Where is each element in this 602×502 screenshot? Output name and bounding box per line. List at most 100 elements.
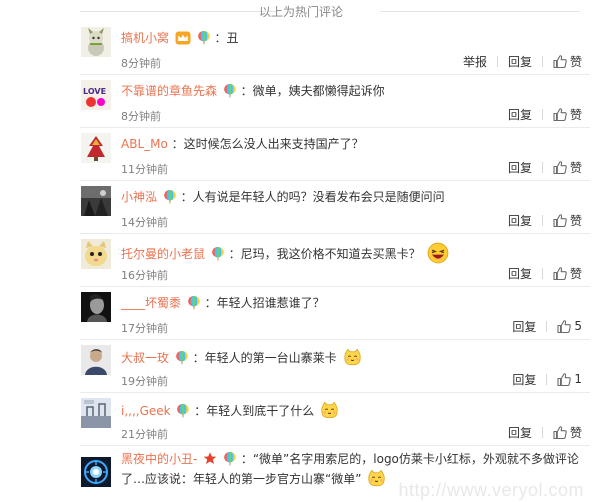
comment-item: ABL_Mo ：这时候怎么没人出来支持国产了？ 11分钟前 回复 赞 xyxy=(0,128,602,181)
thumbs-up-icon xyxy=(553,214,567,227)
reply-button[interactable]: 回复 xyxy=(508,106,532,123)
comment-text: ：年轻人的第一台山寨莱卡 xyxy=(192,351,337,365)
comment-text: ：年轻人招谁惹谁了？ xyxy=(204,296,325,310)
comment-time: 17分钟前 xyxy=(121,322,168,335)
avatar[interactable] xyxy=(81,292,111,322)
action-separator xyxy=(541,108,543,120)
comment-text: ：年轻人到底干了什么 xyxy=(194,404,315,418)
comment-text: ：尼玛，我这价格不知道去买黑卡？ xyxy=(228,247,421,261)
user-name-link[interactable]: i,,,,Geek xyxy=(121,404,171,418)
comment-line: ____坏蜀黍 ：年轻人招谁惹谁了？ xyxy=(121,295,588,311)
smug-cat-face-icon xyxy=(320,401,339,420)
like-button[interactable]: 赞 xyxy=(553,53,582,70)
user-name-link[interactable]: 黑夜中的小丑- xyxy=(121,452,197,466)
rainbow-balloon-icon xyxy=(211,246,225,261)
comment-text: ：微单，姨夫都懒得起诉你 xyxy=(240,84,385,98)
comment-item: 搞机小窝 ：丑 8分钟前 举报 回复 赞 xyxy=(0,22,602,75)
like-button[interactable]: 赞 xyxy=(553,106,582,123)
action-separator xyxy=(546,373,548,385)
comment-line: ABL_Mo ：这时候怎么没人出来支持国产了？ xyxy=(121,136,588,152)
comment-actions: 回复 1 xyxy=(512,371,582,387)
thumbs-up-icon xyxy=(553,426,567,439)
avatar[interactable] xyxy=(81,398,111,428)
comment-item: LOVE 不靠谱的章鱼先森 ：微单，姨夫都懒得起诉你 8分钟前 回复 赞 xyxy=(0,75,602,128)
avatar[interactable] xyxy=(81,27,111,57)
like-button[interactable]: 赞 xyxy=(553,265,582,282)
like-count: 5 xyxy=(574,319,582,333)
like-button[interactable]: 赞 xyxy=(553,212,582,229)
red-star-icon xyxy=(203,452,217,464)
comment-line: 搞机小窝 ：丑 xyxy=(121,30,588,46)
comment-actions: 回复 赞 xyxy=(508,424,582,440)
thumbs-up-icon xyxy=(553,267,567,280)
like-button[interactable]: 赞 xyxy=(553,159,582,176)
like-button[interactable]: 5 xyxy=(557,319,582,333)
user-name-link[interactable]: ABL_Mo xyxy=(121,137,168,151)
like-count: 1 xyxy=(574,372,582,386)
reply-button[interactable]: 回复 xyxy=(508,212,532,229)
like-label: 赞 xyxy=(569,266,582,281)
action-separator xyxy=(546,320,548,332)
comment-line: 不靠谱的章鱼先森 ：微单，姨夫都懒得起诉你 xyxy=(121,83,588,99)
comment-line: 小神泓 ：人有说是年轻人的吗？没看发布会只是随便问问 xyxy=(121,189,588,205)
reply-button[interactable]: 回复 xyxy=(508,159,532,176)
reply-button[interactable]: 回复 xyxy=(508,53,532,70)
rainbow-balloon-icon xyxy=(223,451,237,466)
action-separator xyxy=(541,55,543,67)
smug-cat-face-icon xyxy=(343,348,362,367)
thumbs-up-icon xyxy=(553,55,567,68)
comment-time: 19分钟前 xyxy=(121,375,168,388)
report-button[interactable]: 举报 xyxy=(463,53,487,70)
comment-actions: 回复 赞 xyxy=(508,265,582,281)
like-button[interactable]: 1 xyxy=(557,372,582,386)
avatar[interactable]: LOVE xyxy=(81,80,111,110)
user-name-link[interactable]: 大叔一玫 xyxy=(121,351,169,365)
comment-item: ____坏蜀黍 ：年轻人招谁惹谁了？ 17分钟前 回复 5 xyxy=(0,287,602,340)
comment-actions: 举报 回复 赞 xyxy=(463,53,582,69)
user-name-link[interactable]: 搞机小窝 xyxy=(121,31,169,45)
avatar[interactable] xyxy=(81,133,111,163)
user-name-link[interactable]: 托尔曼的小老鼠 xyxy=(121,247,205,261)
comment-text: ：丑 xyxy=(214,31,239,45)
comment-time: 8分钟前 xyxy=(121,110,161,123)
laughing-face-icon xyxy=(427,242,449,264)
rainbow-balloon-icon xyxy=(176,403,190,418)
user-name-link[interactable]: 不靠谱的章鱼先森 xyxy=(121,84,217,98)
comment-line: 大叔一玫 ：年轻人的第一台山寨莱卡 xyxy=(121,348,588,367)
like-label: 赞 xyxy=(569,213,582,228)
reply-button[interactable]: 回复 xyxy=(512,318,536,335)
action-separator xyxy=(541,267,543,279)
user-name-link[interactable]: ____坏蜀黍 xyxy=(121,296,181,310)
rainbow-balloon-icon xyxy=(187,295,201,310)
avatar[interactable] xyxy=(81,239,111,269)
reply-button[interactable]: 回复 xyxy=(508,265,532,282)
comment-text: ：这时候怎么没人出来支持国产了？ xyxy=(171,137,364,151)
like-button[interactable]: 赞 xyxy=(553,424,582,441)
comment-actions: 回复 赞 xyxy=(508,159,582,175)
avatar[interactable] xyxy=(81,345,111,375)
action-separator xyxy=(541,161,543,173)
comment-actions: 回复 5 xyxy=(512,318,582,334)
avatar[interactable] xyxy=(81,186,111,216)
reply-button[interactable]: 回复 xyxy=(508,424,532,441)
avatar[interactable] xyxy=(81,457,111,487)
comment-time: 11分钟前 xyxy=(121,163,168,176)
user-name-link[interactable]: 小神泓 xyxy=(121,190,157,204)
like-label: 赞 xyxy=(569,160,582,175)
thumbs-up-icon xyxy=(553,108,567,121)
svg-text:LOVE: LOVE xyxy=(83,87,106,96)
smug-cat-face-icon xyxy=(367,469,386,488)
thumbs-up-icon xyxy=(557,320,571,333)
reply-button[interactable]: 回复 xyxy=(512,371,536,388)
divider-line-right xyxy=(380,11,580,12)
comment-actions: 回复 赞 xyxy=(508,106,582,122)
like-label: 赞 xyxy=(569,425,582,440)
comment-time: 14分钟前 xyxy=(121,216,168,229)
action-separator xyxy=(541,214,543,226)
thumbs-up-icon xyxy=(557,373,571,386)
action-separator xyxy=(496,55,498,67)
like-label: 赞 xyxy=(569,107,582,122)
comment-item: 小神泓 ：人有说是年轻人的吗？没看发布会只是随便问问 14分钟前 回复 赞 xyxy=(0,181,602,234)
comment-time: 16分钟前 xyxy=(121,269,168,282)
comment-actions: 回复 赞 xyxy=(508,212,582,228)
